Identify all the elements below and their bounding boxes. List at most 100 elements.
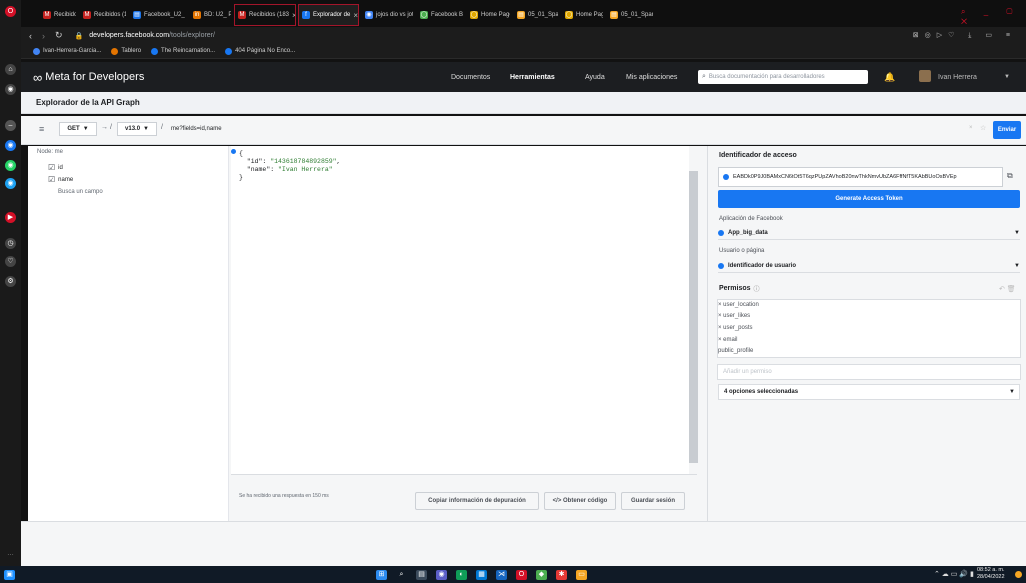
widgets-icon[interactable]: ▣ (4, 570, 15, 580)
field-name[interactable]: ☑ name (48, 175, 73, 184)
browser-tab[interactable]: ▤Facebook_U2_× (129, 4, 187, 26)
checkbox-checked-icon[interactable]: ☑ (48, 175, 55, 184)
sidebar-dash-icon[interactable]: – (5, 120, 16, 131)
reload-icon[interactable]: ↻ (55, 30, 63, 41)
bell-icon[interactable]: 🔔 (884, 72, 895, 83)
permission-item[interactable]: × user_likes (718, 313, 750, 319)
tab-strip: MRecibidos (214×MRecibidos (1.50×▤Facebo… (21, 0, 1026, 27)
menu-icon[interactable]: ≡ (39, 124, 44, 134)
url-field[interactable]: developers.facebook.com/tools/explorer/ (89, 32, 215, 39)
tab-close-icon[interactable]: × (353, 11, 358, 20)
save-session-button[interactable]: Guardar sesión (621, 492, 685, 510)
bookmarks-bar: Ivan-Herrera-Garcia... Tablero The Reincar… (21, 44, 1026, 59)
docs-search[interactable]: ⌕ Busca documentación para desarrollador… (698, 70, 868, 84)
tray-icons[interactable]: ⌃ ☁ ▭ 🔊 ▮ (934, 570, 974, 578)
checkbox-checked-icon[interactable]: ☑ (48, 163, 55, 172)
info-icon: ⓘ (753, 287, 760, 293)
nav-documentos[interactable]: Documentos (451, 74, 490, 81)
browser-tab[interactable]: ◯Facebook Busi× (416, 4, 464, 26)
permission-item[interactable]: × email (718, 337, 738, 343)
copy-debug-button[interactable]: Copiar información de depuración (415, 492, 539, 510)
more-icon[interactable]: … (5, 548, 16, 559)
browser-tab[interactable]: ▤05_01_Spark - J× (606, 4, 654, 26)
settings-icon[interactable]: ⚙ (5, 276, 16, 287)
store-icon[interactable]: ▦ (476, 570, 487, 580)
bookmark-item[interactable]: 404 Página No Enco... (225, 47, 295, 55)
browser-tab[interactable]: inBD: U2_ Proces× (189, 4, 232, 26)
token-input[interactable]: EABDk0P9J0BAMxCN6tOt5T6qzPUpZAVhoB20nwTh… (718, 167, 1003, 187)
star-icon[interactable]: ☆ (980, 124, 986, 132)
query-input[interactable]: me?fields=id,name (169, 122, 967, 136)
user-select[interactable]: Identificador de usuario ▼ (718, 259, 1020, 273)
meta-logo-text[interactable]: Meta for Developers (45, 71, 144, 83)
add-permission-input[interactable]: Añadir un permiso (717, 364, 1021, 380)
nav-herramientas[interactable]: Herramientas (510, 74, 555, 81)
info-icon (723, 174, 729, 180)
edge-icon[interactable]: ◐ (456, 570, 467, 580)
user-name[interactable]: Ivan Herrera (938, 74, 977, 81)
notification-icon[interactable] (1015, 571, 1022, 578)
heart-icon[interactable]: ♡ (5, 256, 16, 267)
browser-tab[interactable]: MRecibidos (1.50× (79, 4, 127, 26)
browser-toolbar-icons[interactable]: ⊠◎▷♡ ⤓ ▭ ≡ (913, 31, 1016, 40)
whatsapp-icon[interactable]: ◉ (5, 160, 16, 171)
messenger-icon[interactable]: ◉ (5, 84, 16, 95)
permission-item[interactable]: × user_posts (718, 325, 753, 331)
folder-icon[interactable]: ▭ (576, 570, 587, 580)
opera-logo-icon[interactable]: O (5, 6, 16, 17)
chevron-down-icon[interactable]: ▼ (1004, 74, 1010, 80)
meta-logo-icon[interactable]: ∞ (33, 70, 42, 85)
permission-item[interactable]: public_profile (718, 348, 753, 354)
clock[interactable]: 08:52 a. m. 28/04/2022 (977, 567, 1005, 581)
browser-tab[interactable]: ◉jojos dio vs jota× (361, 4, 414, 26)
method-select[interactable]: GET ▼ (59, 122, 97, 136)
chat-icon[interactable]: ◉ (436, 570, 447, 580)
avatar[interactable] (919, 70, 931, 82)
app2-icon[interactable]: ✱ (556, 570, 567, 580)
bookmark-item[interactable]: The Reincarnation... (151, 47, 215, 55)
forward-icon[interactable]: › (42, 31, 45, 41)
back-icon[interactable]: ‹ (29, 31, 32, 41)
window-controls[interactable]: ⌕ _ ▢ ✕ (961, 7, 1026, 27)
browser-tab[interactable]: ▤05_01_Spark - J× (513, 4, 559, 26)
app-select[interactable]: App_big_data ▼ (718, 226, 1020, 240)
home-icon[interactable]: ⌂ (5, 64, 16, 75)
taskview-icon[interactable]: ▤ (416, 570, 427, 580)
browser-tab[interactable]: f Explorador de × (298, 4, 359, 26)
browser-tab[interactable]: ◯Home Page - S× (561, 4, 604, 26)
start-icon[interactable]: ⊞ (376, 570, 387, 580)
vscode-icon[interactable]: ⋊ (496, 570, 507, 580)
history-icon[interactable]: ◷ (5, 238, 16, 249)
version-select[interactable]: v13.0 ▼ (117, 122, 157, 136)
player-icon[interactable]: ▶ (5, 212, 16, 223)
response-scrollbar[interactable] (689, 171, 698, 463)
permission-select[interactable]: 4 opciones seleccionadas ▼ (718, 384, 1020, 400)
query-value: me?fields=id,name (171, 126, 222, 132)
app-icon[interactable]: ◆ (536, 570, 547, 580)
nav-mis-aplicaciones[interactable]: Mis aplicaciones (626, 74, 677, 81)
bookmark-item[interactable]: Ivan-Herrera-Garcia... (33, 47, 101, 55)
clear-icon[interactable]: × (969, 125, 973, 131)
messenger-app-icon[interactable]: ◉ (5, 140, 16, 151)
browser-tab[interactable]: ◯Home Page - S× (466, 4, 511, 26)
field-id[interactable]: ☑ id (48, 163, 63, 172)
get-code-button[interactable]: </> Obtener código (544, 492, 616, 510)
tab-close-icon[interactable]: × (292, 11, 295, 20)
bookmark-item[interactable]: Tablero (111, 47, 141, 55)
copy-icon[interactable]: ⧉ (1007, 171, 1013, 181)
search-icon[interactable]: ⌕ (396, 570, 407, 580)
telegram-icon[interactable]: ◉ (5, 178, 16, 189)
generate-token-button[interactable]: Generate Access Token (718, 190, 1020, 208)
submit-button[interactable]: Enviar (993, 121, 1021, 139)
nav-ayuda[interactable]: Ayuda (585, 74, 605, 81)
permission-item[interactable]: × user_location (718, 302, 759, 308)
chevron-down-icon: ▼ (1014, 229, 1020, 236)
page-title: Explorador de la API Graph (21, 92, 1026, 114)
undo-icon[interactable]: ↶ 🗑 (999, 285, 1016, 293)
browser-tab[interactable]: MRecibidos (183× (234, 4, 296, 26)
bookmark-icon (151, 47, 159, 55)
opera-icon[interactable]: O (516, 570, 527, 580)
field-search-input[interactable]: Busca un campo (58, 189, 103, 195)
browser-tab[interactable]: MRecibidos (214× (39, 4, 77, 26)
response-json: { "id": "143618784892859", "name": "Ivan… (239, 150, 341, 181)
